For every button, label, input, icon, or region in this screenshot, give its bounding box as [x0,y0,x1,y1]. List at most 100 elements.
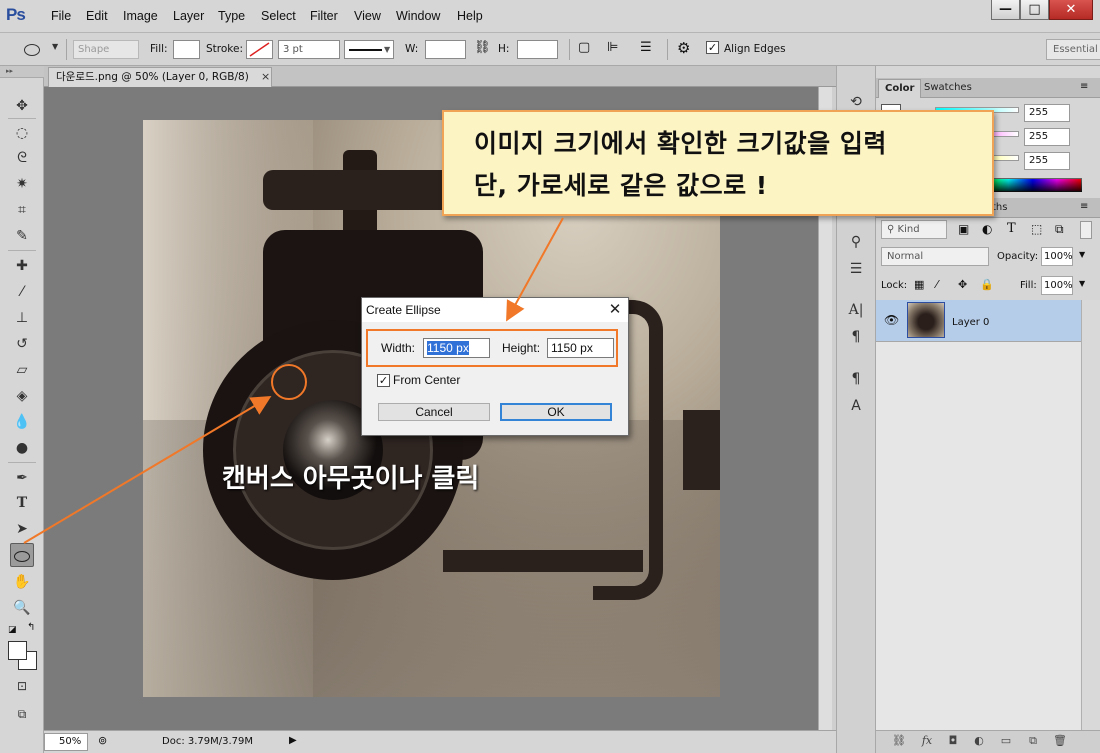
document-tab[interactable]: 다운로드.png @ 50% (Layer 0, RGB/8) × [48,67,272,87]
path-arrangement-icon[interactable]: ☰ [640,40,652,55]
filter-toggle[interactable] [1080,221,1092,239]
maximize-button[interactable]: □ [1020,0,1049,20]
default-colors-icon[interactable]: ◪ [8,625,17,635]
chevron-down-icon[interactable]: ▼ [1079,250,1085,259]
filter-adjustment-icon[interactable]: ◐ [982,222,992,236]
menu-file[interactable]: File [51,9,71,23]
history-brush-tool-icon[interactable]: ↺ [10,332,34,356]
shape-width-field[interactable] [425,40,466,59]
foreground-color-swatch[interactable] [8,641,27,660]
chevron-down-icon[interactable]: ▼ [1079,279,1085,288]
menu-edit[interactable]: Edit [86,9,108,23]
brush-panel-icon[interactable]: ☰ [846,259,866,279]
align-edges-checkbox[interactable]: ✓ [706,41,719,54]
eye-visibility-icon[interactable]: 👁 [884,313,899,327]
ellipse-marquee-tool-icon[interactable]: ◌ [10,121,34,145]
move-tool-icon[interactable]: ✥ [10,94,34,118]
filter-smart-object-icon[interactable]: ⧉ [1055,222,1064,237]
eyedropper-tool-icon[interactable]: ✎ [10,224,34,248]
export-icon[interactable]: ⊚ [98,734,107,747]
from-center-checkbox[interactable]: ✓ [377,374,390,387]
opacity-field[interactable]: 100% [1041,247,1073,266]
fill-swatch[interactable] [173,40,200,59]
minimize-button[interactable]: — [991,0,1020,20]
filter-type-icon[interactable]: T [1007,221,1016,236]
menu-window[interactable]: Window [396,9,440,23]
character-panel-icon[interactable]: A| [846,300,866,320]
lock-pixels-icon[interactable]: ⁄ [936,278,938,291]
gear-icon[interactable]: ⚙ [677,39,690,57]
path-alignment-icon[interactable]: ⊫ [607,40,618,55]
menu-select[interactable]: Select [261,9,296,23]
crop-tool-icon[interactable]: ⌗ [10,198,34,222]
link-icon[interactable]: ⛓ [474,40,491,55]
character-styles-icon[interactable]: A [846,396,866,416]
stroke-width-field[interactable]: 3 pt [278,40,340,59]
height-input[interactable]: 1150 px [547,338,614,358]
mode-select[interactable]: Shape [73,40,139,59]
dodge-tool-icon[interactable]: ● [10,436,34,460]
menu-help[interactable]: Help [457,9,483,23]
zoom-level-field[interactable]: 50% [44,733,88,751]
swap-colors-icon[interactable]: ↰ [27,622,35,633]
status-menu-arrow[interactable]: ▶ [289,735,297,746]
type-tool-icon[interactable]: T [10,491,34,515]
trash-icon[interactable]: 🗑 [1051,733,1069,749]
spot-healing-tool-icon[interactable]: ✚ [10,254,34,278]
link-icon[interactable]: ⛓ [890,733,908,749]
green-value-field[interactable]: 255 [1024,128,1070,146]
menu-image[interactable]: Image [123,9,158,23]
tab-color[interactable]: Color [878,79,922,98]
pen-tool-icon[interactable]: ✒ [10,466,34,490]
close-tab-icon[interactable]: × [261,68,270,86]
fx-icon[interactable]: fx [918,733,936,749]
toolbox-collapse-grip[interactable]: ▸▸ [0,66,44,78]
cancel-button[interactable]: Cancel [378,403,490,421]
lock-transparency-icon[interactable]: ▦ [914,278,924,291]
paragraph-styles-icon[interactable]: ¶ [846,369,866,389]
blur-tool-icon[interactable]: 💧 [10,410,34,434]
width-input[interactable]: 1150 px [423,338,490,358]
quick-mask-icon[interactable]: ⊡ [10,674,34,698]
close-window-button[interactable]: ✕ [1049,0,1093,20]
layers-scrollbar[interactable] [1081,300,1100,730]
stroke-swatch[interactable] [246,40,273,59]
shape-height-field[interactable] [517,40,558,59]
clone-stamp-tool-icon[interactable]: ⊥ [10,306,34,330]
workspace-switcher[interactable]: Essential [1046,39,1100,60]
mask-icon[interactable]: ◘ [944,733,962,749]
tool-preset-picker[interactable]: ▼ [20,40,64,59]
zoom-tool-icon[interactable]: 🔍 [10,596,34,620]
stroke-type-select[interactable]: ▼ [344,40,394,59]
quick-selection-tool-icon[interactable]: ✷ [10,172,34,196]
tab-swatches[interactable]: Swatches [918,79,978,98]
new-layer-icon[interactable]: ⧉ [1024,733,1042,749]
fill-field[interactable]: 100% [1041,276,1073,295]
path-operations-icon[interactable]: ▢ [578,40,590,55]
blue-value-field[interactable]: 255 [1024,152,1070,170]
menu-layer[interactable]: Layer [173,9,204,23]
hand-tool-icon[interactable]: ✋ [10,570,34,594]
path-selection-tool-icon[interactable]: ➤ [10,517,34,541]
lock-position-icon[interactable]: ✥ [958,278,967,291]
dialog-close-icon[interactable]: ✕ [605,300,625,320]
menu-filter[interactable]: Filter [310,9,338,23]
red-value-field[interactable]: 255 [1024,104,1070,122]
filter-shape-icon[interactable]: ⬚ [1031,222,1042,236]
brush-tool-icon[interactable]: ⁄ [10,280,34,304]
eraser-tool-icon[interactable]: ▱ [10,358,34,382]
group-folder-icon[interactable]: ▭ [997,733,1015,749]
ellipse-tool-icon[interactable] [10,543,34,567]
lock-all-icon[interactable]: 🔒 [980,278,994,291]
history-panel-icon[interactable]: ⟲ [846,92,866,112]
blend-mode-select[interactable]: Normal [881,247,989,266]
paint-bucket-tool-icon[interactable]: ◈ [10,384,34,408]
layer-filter-select[interactable]: ⚲ Kind [881,220,947,239]
layer-name[interactable]: Layer 0 [952,317,989,328]
menu-type[interactable]: Type [218,9,245,23]
panel-menu-icon[interactable]: ≡ [1080,81,1088,92]
ok-button[interactable]: OK [500,403,612,421]
screen-mode-icon[interactable]: ⧉ [10,702,34,726]
menu-view[interactable]: View [354,9,381,23]
lasso-tool-icon[interactable]: ᘓ [10,146,34,170]
